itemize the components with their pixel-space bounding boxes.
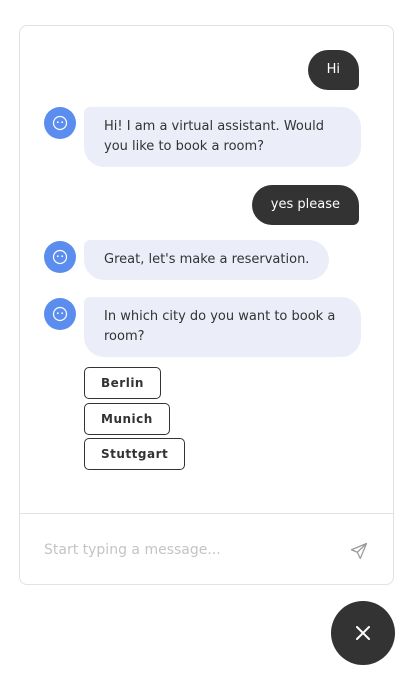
message-text: Hi <box>326 62 340 77</box>
bot-avatar <box>44 107 76 139</box>
bot-face-icon <box>52 115 68 131</box>
bot-avatar <box>44 241 76 273</box>
bot-message: Hi! I am a virtual assistant. Would you … <box>84 107 361 167</box>
bot-message: In which city do you want to book a room… <box>84 297 361 357</box>
message-text: In which city do you want to book a room… <box>104 309 336 344</box>
bot-message: Great, let's make a reservation. <box>84 240 330 280</box>
user-message: yes please <box>251 185 359 225</box>
send-button[interactable] <box>346 538 372 564</box>
quick-reply-stuttgart[interactable]: Stuttgart <box>84 438 186 470</box>
message-text: Hi! I am a virtual assistant. Would you … <box>104 119 324 154</box>
user-message: Hi <box>307 50 359 90</box>
message-input[interactable] <box>44 538 334 562</box>
message-text: Great, let's make a reservation. <box>104 252 310 267</box>
paper-plane-icon <box>350 542 368 560</box>
message-text: yes please <box>270 197 340 212</box>
quick-reply-munich[interactable]: Munich <box>84 403 170 435</box>
bot-face-icon <box>52 306 68 322</box>
bot-face-icon <box>52 249 68 265</box>
composer-divider <box>20 513 393 514</box>
bot-avatar <box>44 298 76 330</box>
quick-reply-berlin[interactable]: Berlin <box>84 367 161 399</box>
chat-launcher-close-button[interactable] <box>331 601 395 665</box>
chat-window: Hi Hi! I am a virtual assistant. Would y… <box>19 25 394 585</box>
close-icon <box>356 626 370 640</box>
